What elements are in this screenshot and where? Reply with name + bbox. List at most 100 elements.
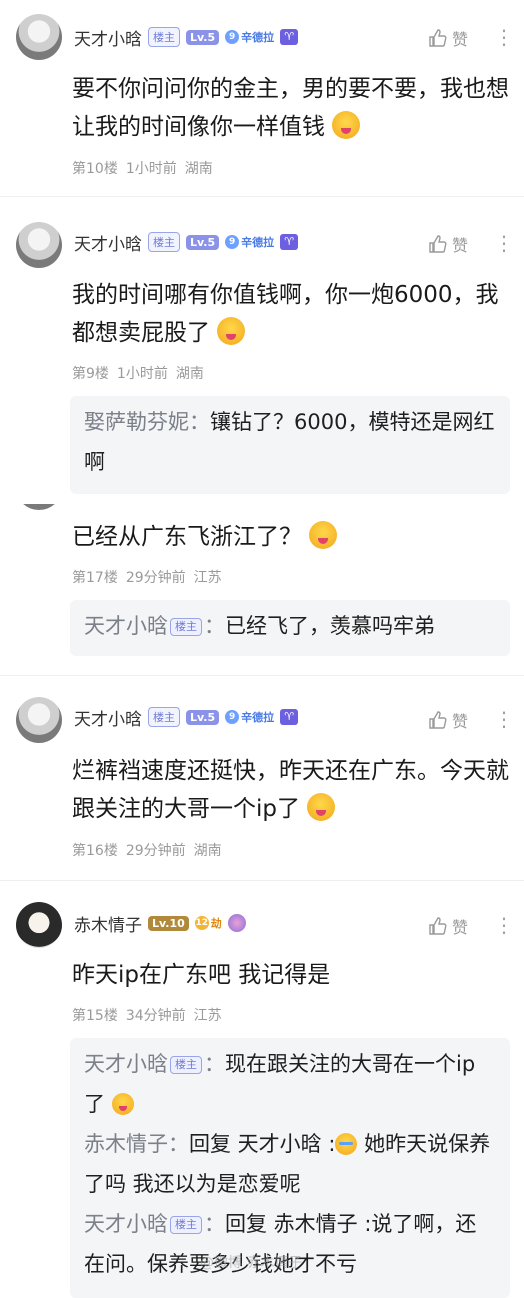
floor-number: 第17楼 bbox=[72, 570, 118, 586]
wealth-badge: 12 劫 bbox=[194, 915, 222, 931]
post-content: 昨天ip在广东吧 我记得是 bbox=[72, 956, 512, 994]
like-label: 赞 bbox=[452, 30, 469, 49]
post-content: 已经从广东飞浙江了？ bbox=[72, 518, 512, 556]
quote-text: 回复 天才小晗 : bbox=[189, 1132, 336, 1156]
quote-username[interactable]: 天才小晗 bbox=[84, 614, 168, 638]
wealth-badge: 9 辛德拉 bbox=[225, 29, 274, 45]
wealth-level: 9 bbox=[225, 235, 240, 249]
avatar[interactable] bbox=[16, 222, 62, 268]
wealth-label: 辛德拉 bbox=[241, 31, 275, 44]
post-location: 湖南 bbox=[184, 161, 213, 177]
wealth-label: 辛德拉 bbox=[241, 236, 275, 249]
post-header: 天才小晗 楼主 Lv.5 9 辛德拉 ♈ bbox=[74, 704, 299, 730]
post-time: 29分钟前 bbox=[125, 570, 186, 586]
like-button[interactable]: 赞 bbox=[428, 914, 468, 938]
quote-username[interactable]: 天才小晗 bbox=[84, 1052, 168, 1076]
quoted-reply[interactable]: 赤木情子：回复 天才小晗 : 她昨天说保养了吗 我还以为是恋爱呢 bbox=[84, 1124, 496, 1204]
like-label: 赞 bbox=[452, 712, 469, 731]
post-text: 昨天ip在广东吧 我记得是 bbox=[72, 962, 331, 988]
thumbs-up-icon bbox=[429, 29, 447, 47]
more-options-icon[interactable]: ⋮ bbox=[494, 915, 514, 935]
level-badge: Lv.5 bbox=[186, 234, 220, 250]
level-badge: Lv.5 bbox=[186, 29, 220, 45]
post-location: 江苏 bbox=[193, 570, 222, 586]
floor-number: 第15楼 bbox=[72, 1008, 118, 1024]
post-content: 烂裤裆速度还挺快，昨天还在广东。今天就跟关注的大哥一个ip了 bbox=[72, 752, 512, 828]
aries-icon: ♈ bbox=[280, 234, 299, 250]
quote-username[interactable]: 天才小晗 bbox=[84, 1212, 168, 1236]
quote-username[interactable]: 娶萨勒芬妮 bbox=[84, 410, 189, 434]
op-badge: 楼主 bbox=[148, 27, 180, 47]
aries-icon: ♈ bbox=[280, 709, 299, 725]
post-time: 34分钟前 bbox=[125, 1008, 186, 1024]
op-badge: 楼主 bbox=[148, 707, 180, 727]
op-badge: 楼主 bbox=[170, 1056, 202, 1074]
post-time: 29分钟前 bbox=[125, 843, 186, 859]
more-options-icon[interactable]: ⋮ bbox=[494, 233, 514, 253]
thumbs-up-icon bbox=[429, 917, 447, 935]
post-meta: 第17楼 29分钟前 江苏 bbox=[72, 567, 222, 587]
floor-number: 第10楼 bbox=[72, 161, 118, 177]
more-options-icon[interactable]: ⋮ bbox=[494, 27, 514, 47]
username[interactable]: 天才小晗 bbox=[74, 25, 142, 50]
op-badge: 楼主 bbox=[170, 618, 202, 636]
quote-text: 已经飞了，羡慕吗牢弟 bbox=[225, 614, 435, 638]
like-button[interactable]: 赞 bbox=[428, 232, 468, 256]
avatar[interactable] bbox=[16, 697, 62, 743]
post-content: 要不你问问你的金主，男的要不要，我也想让我的时间像你一样值钱 bbox=[72, 70, 512, 146]
level-badge: Lv.10 bbox=[148, 915, 189, 931]
username[interactable]: 天才小晗 bbox=[74, 230, 142, 255]
quoted-reply[interactable]: 天才小晗 楼主 ：回复 赤木情子 :说了啊，还在问。保养要多少钱她才不亏 bbox=[84, 1204, 496, 1284]
aries-icon: ♈ bbox=[280, 29, 299, 45]
quoted-reply[interactable]: 娶萨勒芬妮：镶钻了？6000，模特还是网红啊 bbox=[70, 396, 510, 494]
avatar[interactable] bbox=[16, 504, 62, 510]
divider bbox=[0, 196, 524, 197]
post-text: 我的时间哪有你值钱啊，你一炮6000，我都想卖屁股了 bbox=[72, 282, 499, 346]
divider bbox=[0, 880, 524, 881]
username[interactable]: 天才小晗 bbox=[74, 705, 142, 730]
post-header: 天才小晗 楼主 Lv.5 9 辛德拉 ♈ bbox=[74, 24, 299, 50]
post-header: 天才小晗 楼主 Lv.5 9 辛德拉 ♈ bbox=[74, 229, 299, 255]
wealth-label: 辛德拉 bbox=[241, 711, 275, 724]
divider bbox=[0, 675, 524, 676]
medal-icon bbox=[227, 914, 246, 932]
post-header: 赤木情子 Lv.10 12 劫 bbox=[74, 910, 246, 936]
avatar[interactable] bbox=[16, 902, 62, 948]
post-time: 1小时前 bbox=[125, 161, 177, 177]
emoji-icon bbox=[309, 521, 338, 549]
op-badge: 楼主 bbox=[148, 232, 180, 252]
post-time: 1小时前 bbox=[116, 366, 168, 382]
post-location: 湖南 bbox=[175, 366, 204, 382]
floor-number: 第16楼 bbox=[72, 843, 118, 859]
wealth-level: 9 bbox=[225, 30, 240, 44]
quoted-reply[interactable]: 天才小晗 楼主 ：已经飞了，羡慕吗牢弟 bbox=[70, 600, 510, 656]
post-location: 江苏 bbox=[193, 1008, 222, 1024]
post-text: 要不你问问你的金主，男的要不要，我也想让我的时间像你一样值钱 bbox=[72, 76, 509, 140]
emoji-icon bbox=[332, 111, 361, 139]
laughing-emoji-icon bbox=[335, 1133, 358, 1155]
emoji-icon bbox=[307, 793, 336, 821]
wealth-badge: 9 辛德拉 bbox=[225, 709, 274, 725]
post-meta: 第16楼 29分钟前 湖南 bbox=[72, 840, 222, 860]
thumbs-up-icon bbox=[429, 711, 447, 729]
wealth-level: 9 bbox=[225, 710, 240, 724]
wealth-badge: 9 辛德拉 bbox=[225, 234, 274, 250]
like-button[interactable]: 赞 bbox=[428, 26, 468, 50]
quote-username[interactable]: 赤木情子 bbox=[84, 1132, 168, 1156]
more-options-icon[interactable]: ⋮ bbox=[494, 709, 514, 729]
thumbs-up-icon bbox=[429, 235, 447, 253]
quoted-reply[interactable]: 天才小晗 楼主 ：现在跟关注的大哥在一个ip了 bbox=[84, 1044, 496, 1124]
post-location: 湖南 bbox=[193, 843, 222, 859]
emoji-icon bbox=[111, 1093, 134, 1115]
level-badge: Lv.5 bbox=[186, 709, 220, 725]
wealth-level: 12 bbox=[194, 916, 209, 930]
post-meta: 第10楼 1小时前 湖南 bbox=[72, 158, 213, 178]
emoji-icon bbox=[217, 317, 246, 345]
username[interactable]: 赤木情子 bbox=[74, 911, 142, 936]
avatar[interactable] bbox=[16, 14, 62, 60]
like-button[interactable]: 赞 bbox=[428, 708, 468, 732]
wealth-label: 劫 bbox=[210, 917, 222, 930]
post-text: 烂裤裆速度还挺快，昨天还在广东。今天就跟关注的大哥一个ip了 bbox=[72, 758, 509, 822]
op-badge: 楼主 bbox=[170, 1216, 202, 1234]
like-label: 赞 bbox=[452, 918, 469, 937]
